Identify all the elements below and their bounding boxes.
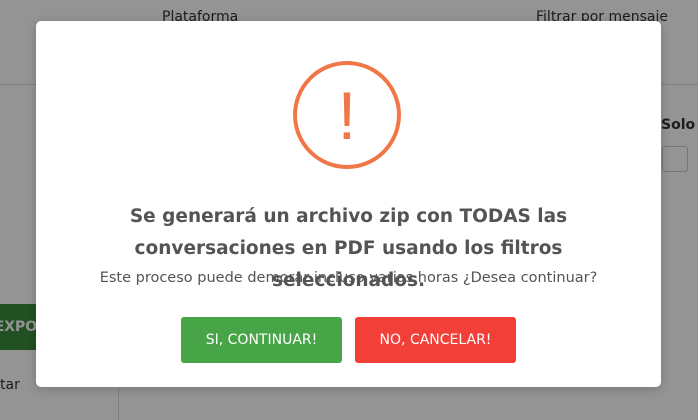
exclamation-glyph: !: [338, 78, 357, 154]
dialog-text: Este proceso puede demorar incluso varia…: [99, 270, 598, 286]
confirm-button[interactable]: SI, CONTINUAR!: [181, 317, 342, 363]
cancel-button[interactable]: NO, CANCELAR!: [355, 317, 516, 363]
exclamation-circle-icon: !: [293, 61, 401, 169]
confirm-dialog: ! Se generará un archivo zip con TODAS l…: [36, 21, 661, 387]
